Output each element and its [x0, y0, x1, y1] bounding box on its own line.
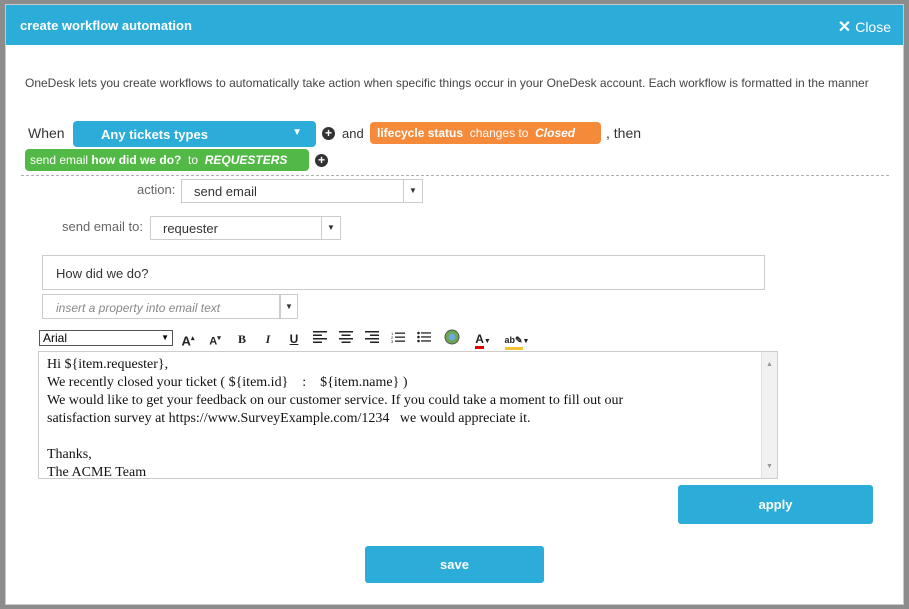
subject-input[interactable]: How did we do? [42, 255, 765, 290]
font-family-select[interactable]: Arial ▼ [39, 330, 173, 346]
body-line [47, 428, 777, 446]
insert-property-select[interactable]: insert a property into email text [42, 294, 280, 319]
chevron-down-icon: ▼ [403, 180, 422, 202]
save-button[interactable]: save [365, 546, 544, 583]
italic-icon[interactable]: I [258, 329, 278, 349]
ticket-type-selector[interactable]: Any tickets types ▼ [73, 121, 316, 147]
send-to-select[interactable]: requester ▼ [150, 216, 341, 240]
send-to-value: requester [163, 221, 218, 236]
chevron-down-icon: ▼ [161, 333, 169, 342]
action-select[interactable]: send email ▼ [181, 179, 423, 203]
action-subject: how did we do? [91, 153, 182, 167]
intro-text: OneDesk lets you create workflows to aut… [25, 76, 869, 90]
body-line: Thanks, [47, 447, 92, 462]
scroll-down-icon[interactable]: ▼ [766, 457, 773, 475]
caret-down-icon: ▼ [292, 127, 302, 138]
condition-value: Closed [535, 126, 576, 140]
align-center-icon[interactable] [336, 329, 356, 349]
apply-button[interactable]: apply [678, 485, 873, 524]
align-right-icon[interactable] [362, 329, 382, 349]
when-label: When [28, 125, 65, 141]
text-color-icon[interactable]: A▼ [469, 329, 497, 349]
dialog-titlebar: create workflow automation ✕ Close [6, 5, 903, 45]
condition-property: lifecycle status [377, 126, 464, 140]
bold-icon[interactable]: B [232, 329, 252, 349]
font-family-value: Arial [43, 331, 68, 345]
chevron-down-icon[interactable]: ▼ [280, 294, 298, 319]
add-condition-icon[interactable]: + [322, 127, 335, 140]
condition-operator: changes to [469, 126, 529, 140]
close-label: Close [855, 19, 891, 35]
increase-font-icon[interactable]: A▴ [178, 329, 198, 349]
condition-pill[interactable]: lifecycle status changes to Closed [370, 122, 601, 144]
ticket-type-value: Any tickets types [101, 127, 208, 142]
close-icon: ✕ [837, 19, 852, 36]
decrease-font-icon[interactable]: A▾ [205, 329, 225, 349]
editor-toolbar: Arial ▼ A▴ A▾ B I U 123 A▼ ab✎▼ [39, 329, 779, 350]
close-button[interactable]: ✕ Close [838, 17, 891, 37]
scroll-up-icon[interactable]: ▲ [766, 355, 773, 373]
numbered-list-icon[interactable]: 123 [388, 329, 408, 349]
body-line: The ACME Team [47, 465, 147, 480]
action-verb: send email [30, 153, 89, 167]
body-line: Hi ${item.requester}, [47, 357, 169, 372]
send-to-label: send email to: [62, 219, 143, 234]
chevron-down-icon: ▼ [321, 217, 340, 239]
divider [21, 175, 889, 176]
svg-text:3: 3 [391, 339, 394, 343]
workflow-dialog: create workflow automation ✕ Close OneDes… [5, 4, 904, 605]
insert-link-icon[interactable] [442, 329, 462, 349]
align-left-icon[interactable] [310, 329, 330, 349]
action-to-label: to [188, 153, 199, 167]
dialog-title: create workflow automation [20, 18, 192, 33]
action-select-value: send email [194, 184, 257, 199]
body-line: We would like to get your feedback on ou… [47, 393, 624, 408]
action-recipient: REQUESTERS [204, 153, 288, 167]
body-line: We recently closed your ticket ( ${item.… [47, 375, 408, 390]
action-pill[interactable]: send email how did we do? to REQUESTERS [25, 149, 309, 171]
and-label: and [342, 126, 364, 141]
editor-scrollbar[interactable]: ▲ ▼ [761, 352, 777, 478]
email-body-editor[interactable]: Hi ${item.requester}, We recently closed… [38, 351, 778, 480]
add-action-icon[interactable]: + [315, 154, 328, 167]
action-label: action: [137, 182, 176, 197]
bullet-list-icon[interactable] [414, 329, 434, 349]
highlight-color-icon[interactable]: ab✎▼ [502, 329, 532, 350]
underline-icon[interactable]: U [284, 329, 304, 349]
then-label: , then [606, 125, 642, 141]
body-line: satisfaction survey at https://www.Surve… [47, 411, 531, 426]
